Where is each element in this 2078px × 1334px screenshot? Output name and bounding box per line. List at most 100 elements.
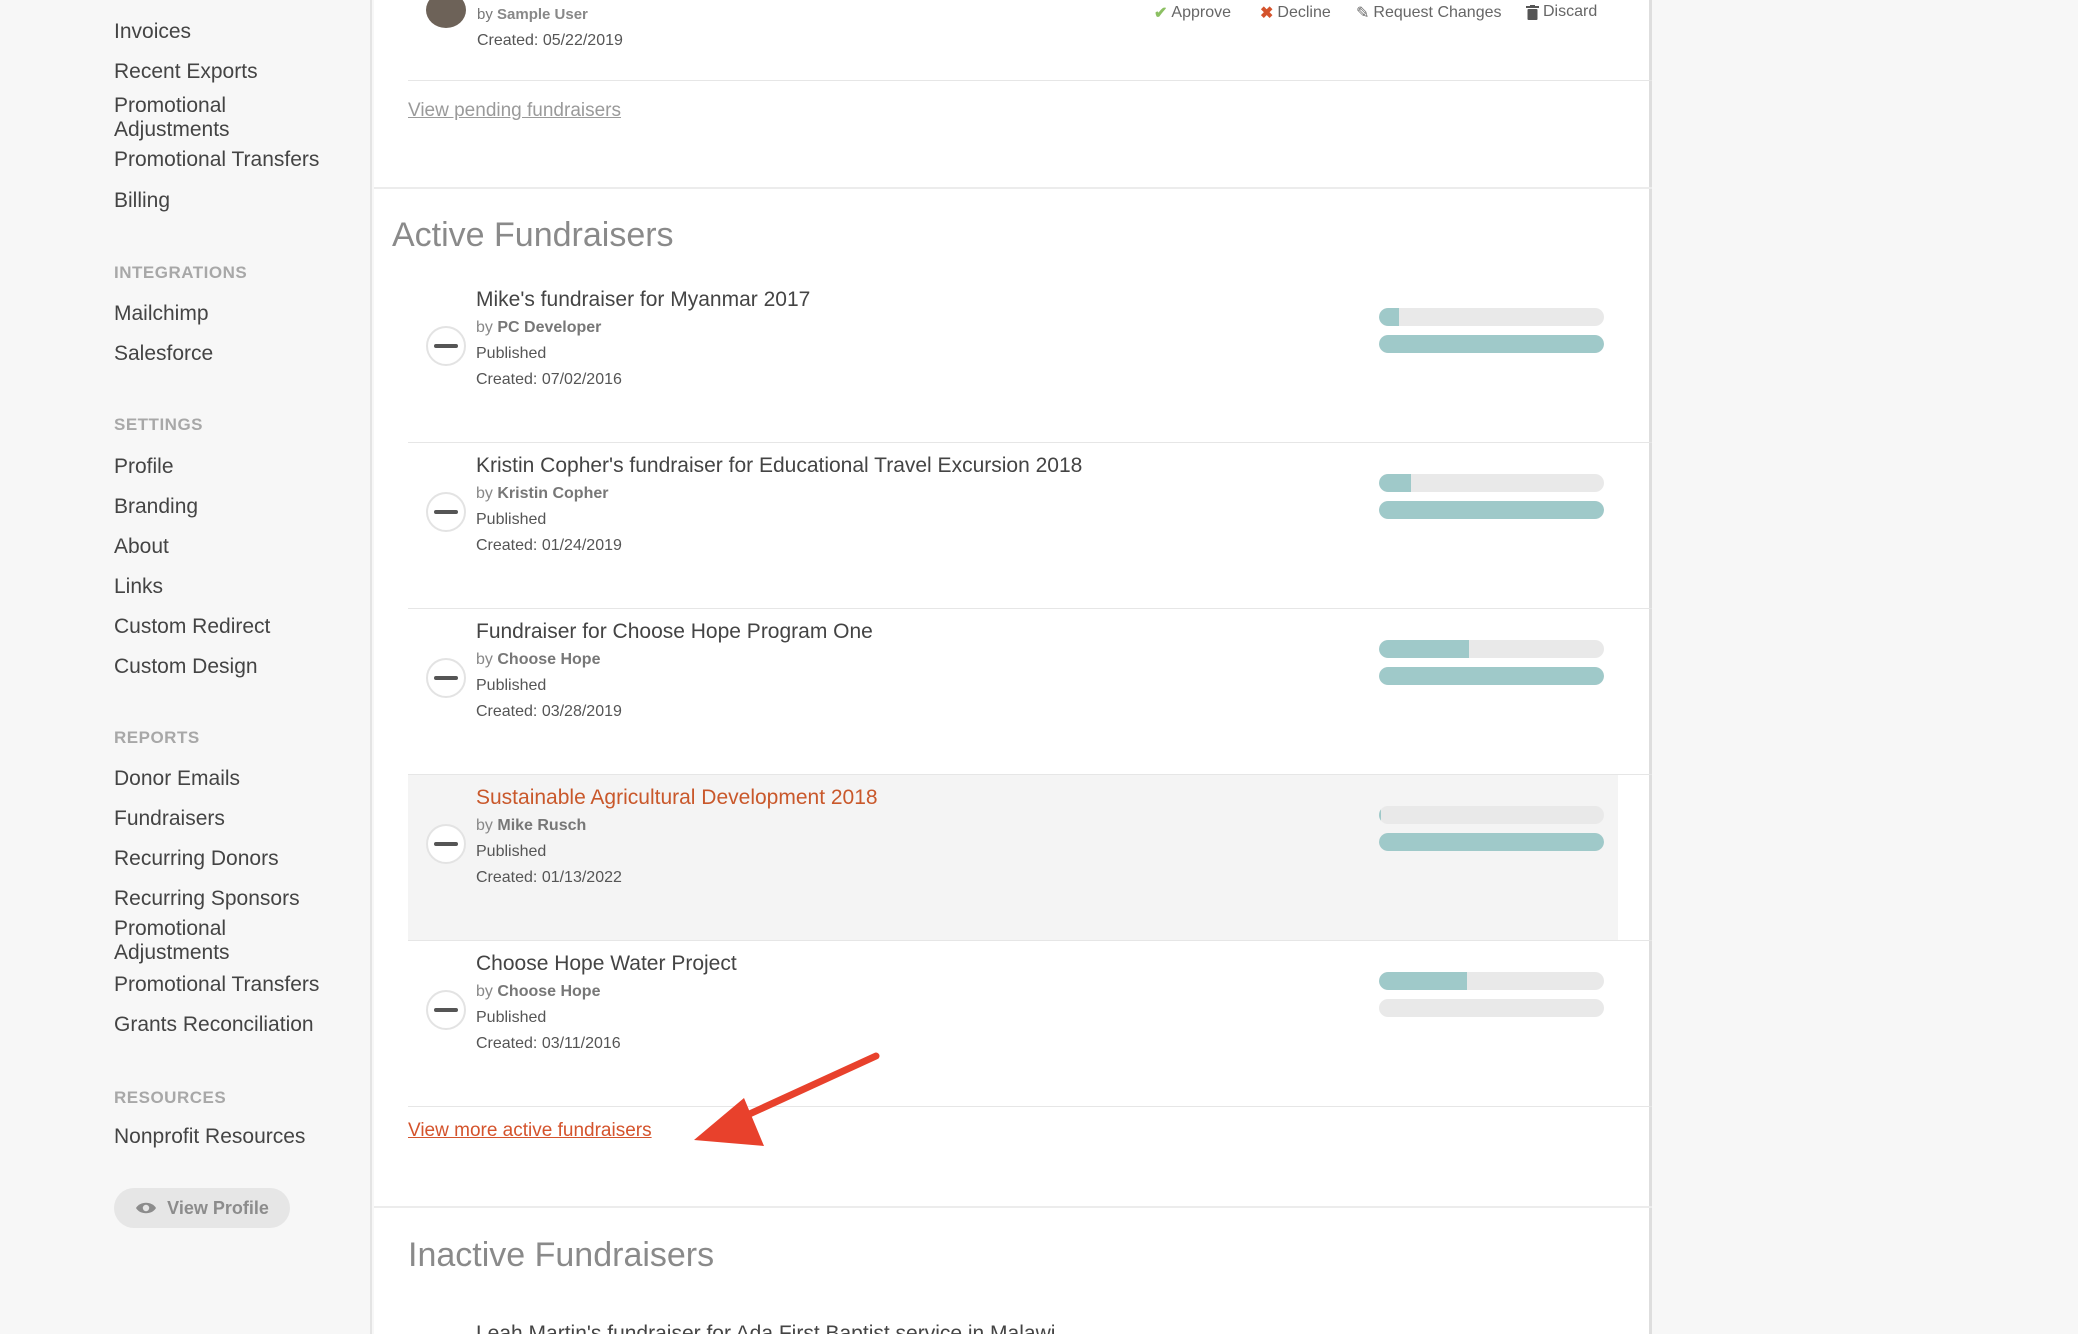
sidebar: Invoices Recent Exports Promotional Adju… [0,0,372,1334]
sidebar-item-invoices[interactable]: Invoices [114,20,354,44]
org-logo-icon [426,492,466,532]
view-more-active-fundraisers-link[interactable]: View more active fundraisers [408,1120,652,1142]
goal-progress-fill [1379,474,1411,492]
request-changes-button[interactable]: ✎ Request Changes [1356,3,1502,23]
goal-progress-bar [1379,972,1604,990]
discard-button[interactable]: Discard [1526,3,1597,21]
sidebar-item-recurring-donors[interactable]: Recurring Donors [114,847,354,871]
goal-progress-fill [1379,308,1400,326]
fundraiser-row: Kristin Copher's fundraiser for Educatio… [408,443,1618,608]
sidebar-item-custom-redirect[interactable]: Custom Redirect [114,615,354,639]
sidebar-item-salesforce[interactable]: Salesforce [114,342,354,366]
fundraiser-row: Mike's fundraiser for Myanmar 2017 by PC… [408,277,1618,442]
section-divider [374,1206,1652,1208]
fundraiser-author: by Choose Hope [476,983,601,1000]
sidebar-item-custom-design[interactable]: Custom Design [114,655,354,679]
resources-heading: RESOURCES [114,1088,227,1107]
sidebar-item-donor-emails[interactable]: Donor Emails [114,767,354,791]
sidebar-item-branding[interactable]: Branding [114,495,354,519]
fundraiser-created: Created: 03/11/2016 [476,1035,621,1052]
fundraiser-status: Published [476,511,547,528]
org-logo-icon [426,990,466,1030]
secondary-progress-fill [1379,667,1604,685]
fundraiser-title[interactable]: Kristin Copher's fundraiser for Educatio… [476,454,1082,478]
goal-progress-bar [1379,806,1604,824]
fundraiser-status: Published [476,345,547,362]
avatar [426,0,466,28]
fundraiser-created: Created: 01/13/2022 [476,869,622,886]
inactive-fundraisers-title: Inactive Fundraisers [408,1236,715,1274]
fundraiser-author: by PC Developer [476,319,602,336]
pencil-icon: ✎ [1356,5,1370,22]
pending-author: by Sample User [477,6,588,23]
pending-created: Created: 05/22/2019 [477,32,623,49]
inactive-fundraiser-title[interactable]: Leah Martin's fundraiser for Ada First B… [476,1322,1076,1334]
fundraiser-row: Fundraiser for Choose Hope Program One b… [408,609,1618,774]
sidebar-item-billing[interactable]: Billing [114,189,354,213]
org-logo-icon [426,824,466,864]
sidebar-item-about[interactable]: About [114,535,354,559]
sidebar-item-promotional-transfers[interactable]: Promotional Transfers [114,148,354,172]
secondary-progress-bar [1379,501,1604,519]
approve-button[interactable]: ✔ Approve [1154,3,1231,23]
secondary-progress-bar [1379,999,1604,1017]
secondary-progress-bar [1379,335,1604,353]
eye-icon [136,1202,157,1214]
fundraiser-author: by Choose Hope [476,651,601,668]
fundraiser-status: Published [476,1009,547,1026]
decline-button[interactable]: ✖ Decline [1260,3,1331,23]
goal-progress-bar [1379,308,1604,326]
sidebar-item-nonprofit-resources[interactable]: Nonprofit Resources [114,1125,354,1149]
fundraiser-created: Created: 03/28/2019 [476,703,622,720]
view-profile-label: View Profile [167,1197,269,1218]
org-logo-icon [426,326,466,366]
sidebar-item-recurring-sponsors[interactable]: Recurring Sponsors [114,887,354,911]
reports-heading: REPORTS [114,728,200,747]
goal-progress-fill [1379,640,1469,658]
fundraiser-status: Published [476,843,547,860]
main-content: by Sample User Created: 05/22/2019 ✔ App… [374,0,1652,1334]
pending-fundraiser-row: by Sample User Created: 05/22/2019 ✔ App… [374,0,1652,80]
secondary-progress-fill [1379,501,1604,519]
view-pending-fundraisers-link[interactable]: View pending fundraisers [408,100,621,122]
section-divider [374,187,1652,189]
trash-icon [1526,4,1539,20]
active-fundraisers-title: Active Fundraisers [392,216,674,254]
fundraiser-created: Created: 07/02/2016 [476,371,622,388]
fundraiser-title[interactable]: Mike's fundraiser for Myanmar 2017 [476,288,810,312]
annotation-arrow-icon [694,1052,880,1146]
org-logo-icon [426,658,466,698]
sidebar-item-promotional-transfers-report[interactable]: Promotional Transfers [114,973,354,997]
sidebar-item-promotional-adjustments[interactable]: Promotional Adjustments [114,94,274,142]
view-profile-button[interactable]: View Profile [114,1188,290,1228]
sidebar-item-mailchimp[interactable]: Mailchimp [114,302,354,326]
sidebar-item-links[interactable]: Links [114,575,354,599]
goal-progress-fill [1379,806,1382,824]
fundraiser-row: Sustainable Agricultural Development 201… [408,775,1618,940]
sidebar-item-promotional-adjustments-report[interactable]: Promotional Adjustments [114,917,274,965]
goal-progress-fill [1379,972,1467,990]
fundraiser-title[interactable]: Fundraiser for Choose Hope Program One [476,620,873,644]
divider [408,1106,1652,1107]
secondary-progress-fill [1379,833,1604,851]
integrations-heading: INTEGRATIONS [114,263,248,282]
sidebar-item-grants-reconciliation[interactable]: Grants Reconciliation [114,1013,354,1037]
fundraiser-status: Published [476,677,547,694]
sidebar-item-profile[interactable]: Profile [114,455,354,479]
secondary-progress-bar [1379,667,1604,685]
goal-progress-bar [1379,474,1604,492]
fundraiser-title[interactable]: Choose Hope Water Project [476,952,737,976]
sidebar-item-fundraisers[interactable]: Fundraisers [114,807,354,831]
secondary-progress-fill [1379,335,1604,353]
close-icon: ✖ [1260,5,1274,22]
settings-heading: SETTINGS [114,415,204,434]
check-icon: ✔ [1154,5,1168,22]
fundraiser-created: Created: 01/24/2019 [476,537,622,554]
divider [408,80,1652,81]
fundraiser-title[interactable]: Sustainable Agricultural Development 201… [476,786,878,810]
sidebar-item-recent-exports[interactable]: Recent Exports [114,60,354,84]
secondary-progress-bar [1379,833,1604,851]
fundraiser-author: by Kristin Copher [476,485,609,502]
fundraiser-row: Choose Hope Water Project by Choose Hope… [408,941,1618,1106]
fundraiser-author: by Mike Rusch [476,817,587,834]
